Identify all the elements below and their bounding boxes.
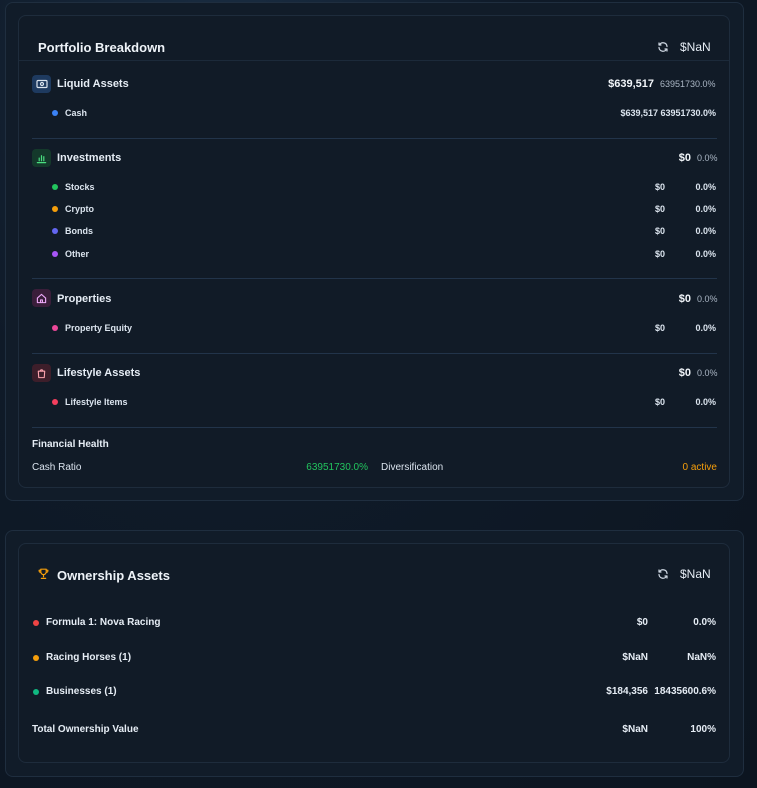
sub-label-other: Other — [65, 249, 90, 259]
sub-value-property-equity: $0 — [654, 323, 665, 333]
ownership-label-businesses: Businesses (1) — [46, 686, 117, 697]
sub-label-cash: Cash — [65, 108, 88, 118]
ownership-title: Ownership Assets — [57, 568, 170, 583]
crypto-dot — [52, 206, 58, 212]
sub-value-bonds: $0 — [654, 226, 665, 236]
diversification-value: 0 active — [682, 462, 717, 473]
category-value-lifestyle: $0 — [678, 367, 691, 379]
sub-label-crypto: Crypto — [65, 204, 94, 214]
sub-label-property-equity: Property Equity — [65, 323, 133, 333]
header-divider — [19, 60, 729, 61]
sub-percent-stocks: 0.0% — [695, 182, 716, 192]
sub-percent-lifestyle-items: 0.0% — [695, 397, 716, 407]
financial-health-title: Financial Health — [32, 439, 109, 450]
category-divider — [32, 353, 717, 354]
category-value-properties: $0 — [678, 293, 691, 305]
ownership-value-racing-horses: $NaN — [622, 652, 648, 663]
sub-percent-other: 0.0% — [695, 249, 716, 259]
category-divider — [32, 138, 717, 139]
home-icon — [32, 289, 51, 307]
category-percent-lifestyle: 0.0% — [697, 368, 718, 378]
refresh-icon[interactable] — [657, 568, 669, 580]
sub-value-crypto: $0 — [654, 204, 665, 214]
ownership-percent-formula1: 0.0% — [693, 617, 716, 628]
cash-ratio-value: 63951730.0% — [306, 462, 368, 473]
ownership-total: $NaN — [680, 567, 711, 581]
sub-value-stocks: $0 — [654, 182, 665, 192]
businesses-dot — [33, 689, 39, 695]
sub-label-stocks: Stocks — [65, 182, 95, 192]
category-percent-liquid: 63951730.0% — [660, 79, 716, 89]
ownership-value-formula1: $0 — [636, 617, 648, 628]
ownership-label-racing-horses: Racing Horses (1) — [46, 652, 132, 663]
cash-ratio-label: Cash Ratio — [32, 462, 82, 473]
category-divider — [32, 278, 717, 279]
category-percent-properties: 0.0% — [697, 294, 718, 304]
category-label-properties: Properties — [57, 293, 112, 305]
bonds-dot — [52, 228, 58, 234]
trophy-icon — [38, 568, 49, 579]
ownership-percent-racing-horses: NaN% — [687, 652, 716, 663]
ownership-value-businesses: $184,356 — [606, 686, 648, 697]
sub-percent-property-equity: 0.0% — [695, 323, 716, 333]
bar-chart-icon — [32, 149, 51, 167]
shopping-bag-icon — [32, 364, 51, 382]
category-label-lifestyle: Lifestyle Assets — [57, 367, 141, 379]
category-percent-investments: 0.0% — [697, 153, 718, 163]
total-ownership-label: Total Ownership Value — [32, 724, 139, 735]
refresh-icon[interactable] — [657, 41, 669, 53]
cash-icon — [32, 75, 51, 93]
diversification-label: Diversification — [381, 462, 444, 473]
racing-horses-dot — [33, 655, 39, 661]
sub-percent-bonds: 0.0% — [695, 226, 716, 236]
category-label-liquid: Liquid Assets — [57, 78, 129, 90]
category-value-liquid: $639,517 — [608, 78, 654, 90]
total-ownership-percent: 100% — [690, 724, 716, 735]
sub-label-lifestyle-items: Lifestyle Items — [65, 397, 128, 407]
sub-value-other: $0 — [654, 249, 665, 259]
other-dot — [52, 251, 58, 257]
total-ownership-value: $NaN — [622, 724, 648, 735]
sub-percent-cash: 63951730.0% — [660, 108, 716, 118]
ownership-percent-businesses: 18435600.6% — [654, 686, 716, 697]
cash-dot — [52, 110, 58, 116]
category-label-investments: Investments — [57, 152, 122, 164]
property-equity-dot — [52, 325, 58, 331]
sub-value-lifestyle-items: $0 — [654, 397, 665, 407]
category-value-investments: $0 — [678, 152, 691, 164]
portfolio-total: $NaN — [680, 40, 711, 54]
ownership-label-formula1: Formula 1: Nova Racing — [46, 617, 161, 628]
formula1-dot — [33, 620, 39, 626]
sub-percent-crypto: 0.0% — [695, 204, 716, 214]
portfolio-title: Portfolio Breakdown — [38, 40, 166, 55]
sub-label-bonds: Bonds — [65, 226, 93, 236]
sub-value-cash: $639,517 — [620, 108, 658, 118]
lifestyle-items-dot — [52, 399, 58, 405]
stocks-dot — [52, 184, 58, 190]
category-divider — [32, 427, 717, 428]
